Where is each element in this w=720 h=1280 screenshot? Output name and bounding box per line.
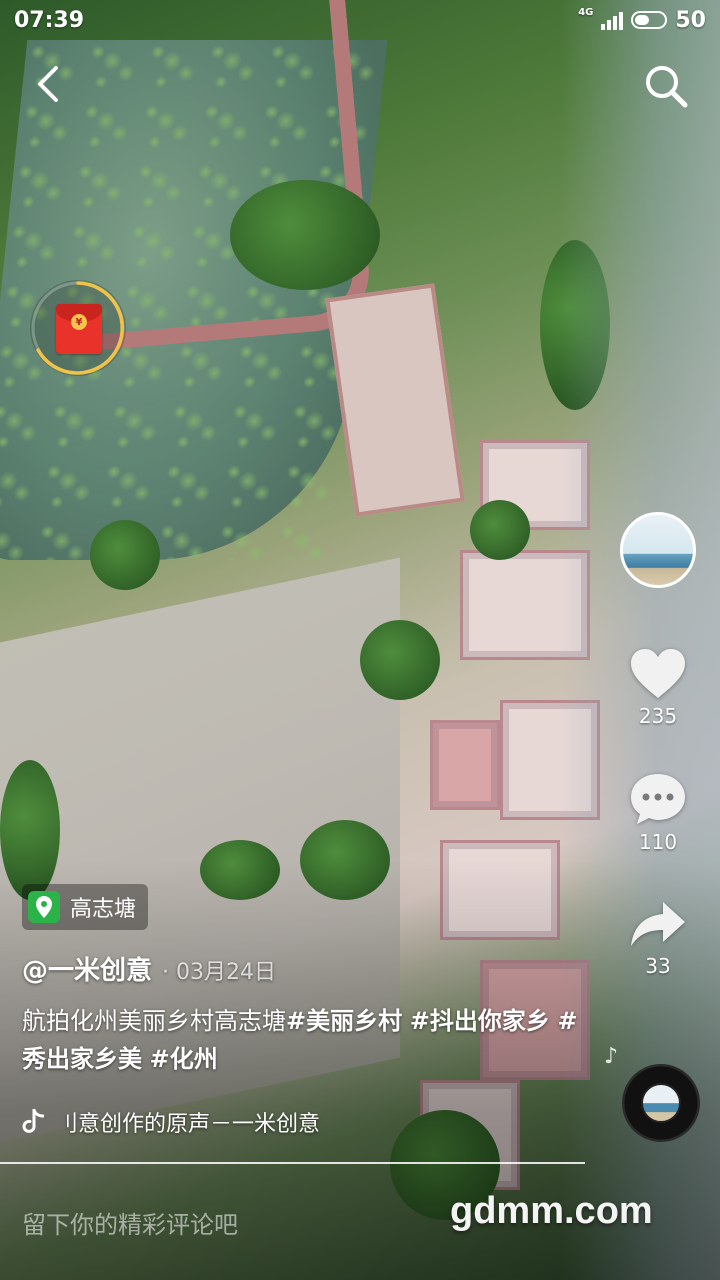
status-indicators: 4G 50 (578, 6, 706, 33)
comment-button[interactable]: 110 (613, 772, 703, 854)
network-label: 4G (578, 6, 594, 18)
share-button[interactable]: 33 (613, 900, 703, 978)
red-packet-button[interactable]: ¥ (30, 280, 126, 376)
map-pin-icon (28, 891, 60, 923)
comment-count: 110 (638, 830, 678, 854)
status-bar: 07:39 4G 50 (0, 0, 720, 40)
share-count: 33 (645, 954, 671, 978)
status-time: 07:39 (14, 7, 85, 33)
battery-fill (635, 15, 650, 25)
post-caption: 航拍化州美丽乡村高志塘#美丽乡村 #抖出你家乡 #秀出家乡美 #化州 (22, 1002, 582, 1078)
battery-percent: 50 (675, 7, 706, 33)
chevron-left-icon (38, 66, 58, 102)
music-disc-button[interactable] (622, 1064, 700, 1142)
sound-title: 刂意创作的原声－一米创意 (56, 1112, 321, 1137)
heart-icon (631, 649, 685, 698)
comment-input[interactable]: 留下你的精彩评论吧 (22, 1200, 422, 1244)
video-frame[interactable] (0, 0, 720, 1280)
red-envelope-icon: ¥ (56, 304, 102, 354)
share-arrow-icon (631, 902, 685, 946)
like-button[interactable]: 235 (613, 648, 703, 728)
back-button[interactable] (28, 60, 68, 108)
search-icon (646, 66, 688, 108)
sound-link[interactable]: 刂意创作的原声－一米创意 (22, 1106, 320, 1138)
music-note-icon (22, 1109, 44, 1133)
hashtag-link[interactable]: #美丽乡村 (286, 1007, 402, 1035)
divider (0, 1162, 585, 1164)
comment-placeholder: 留下你的精彩评论吧 (22, 1210, 238, 1239)
signal-icon (601, 10, 624, 30)
author-line: @一米创意 · 03月24日 (22, 950, 276, 987)
chat-bubble-icon (631, 774, 685, 824)
like-count: 235 (638, 704, 678, 728)
floating-note-icon: ♪ (604, 1044, 619, 1069)
music-cover (641, 1083, 681, 1123)
hashtag-link[interactable]: #化州 (150, 1045, 218, 1073)
location-name: 高志塘 (70, 897, 137, 922)
battery-icon (631, 11, 668, 29)
caption-text: 航拍化州美丽乡村高志塘 (22, 1007, 286, 1035)
author-name[interactable]: @一米创意 (22, 950, 152, 987)
search-button[interactable] (642, 62, 690, 110)
author-avatar[interactable] (620, 512, 696, 588)
location-tag[interactable]: 高志塘 (22, 884, 149, 930)
hashtag-link[interactable]: #抖出你家乡 (410, 1007, 550, 1035)
post-date: · 03月24日 (162, 960, 276, 985)
watermark: gdmm.com (450, 1190, 653, 1232)
